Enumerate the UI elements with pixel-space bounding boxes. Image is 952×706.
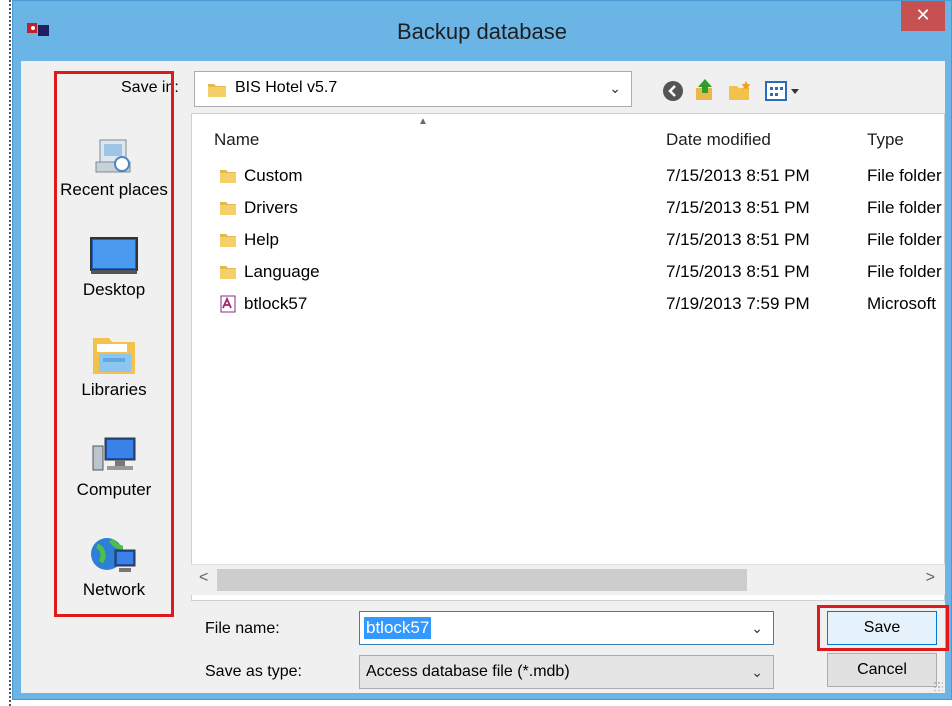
folder-icon: [220, 170, 236, 183]
file-name: Custom: [244, 166, 303, 185]
place-network[interactable]: Network: [57, 532, 171, 600]
file-name: Drivers: [244, 198, 298, 217]
up-folder-icon[interactable]: [694, 78, 716, 102]
place-label: Recent places: [60, 180, 168, 199]
place-label: Computer: [76, 480, 152, 499]
file-row[interactable]: btlock57 7/19/2013 7:59 PM Microsoft: [192, 288, 944, 320]
save-in-dropdown[interactable]: BIS Hotel v5.7 ⌄: [194, 71, 632, 107]
place-label: Network: [82, 580, 146, 599]
title-bar: Backup database ✕: [13, 1, 951, 61]
dotted-edge: [9, 0, 11, 706]
file-row[interactable]: Custom 7/15/2013 8:51 PM File folder: [192, 160, 944, 192]
column-header-name[interactable]: Name: [214, 130, 259, 150]
file-date: 7/15/2013 8:51 PM: [666, 262, 810, 281]
file-name-label: File name:: [205, 620, 280, 637]
file-date: 7/15/2013 8:51 PM: [666, 198, 810, 217]
save-type-select[interactable]: Access database file (*.mdb) ⌄: [359, 655, 774, 689]
desktop-icon: [90, 237, 138, 274]
horizontal-scrollbar[interactable]: < >: [191, 564, 945, 595]
place-label: Desktop: [82, 280, 146, 299]
save-in-value: BIS Hotel v5.7: [235, 79, 338, 96]
file-date: 7/15/2013 8:51 PM: [666, 166, 810, 185]
place-libraries[interactable]: Libraries: [57, 332, 171, 400]
file-type: File folder: [867, 230, 942, 249]
file-type: File folder: [867, 198, 942, 217]
file-name-input[interactable]: btlock57 ⌄: [359, 611, 774, 645]
chevron-down-icon: ⌄: [751, 664, 763, 680]
place-desktop[interactable]: Desktop: [57, 234, 171, 300]
new-folder-icon[interactable]: [728, 80, 752, 102]
place-label: Libraries: [81, 380, 147, 399]
back-icon[interactable]: [662, 80, 684, 102]
folder-icon: [220, 266, 236, 279]
window-title: Backup database: [396, 19, 568, 44]
folder-icon: [220, 234, 236, 247]
view-menu-icon[interactable]: [765, 81, 801, 101]
file-list[interactable]: ▲ Name Date modified Type Custom 7/15/20…: [191, 113, 945, 601]
highlight-box: [817, 605, 949, 651]
save-type-value: Access database file (*.mdb): [366, 663, 570, 680]
close-button[interactable]: ✕: [901, 1, 945, 31]
scroll-right-icon[interactable]: >: [926, 569, 935, 587]
network-icon: [91, 538, 136, 572]
scrollbar-thumb[interactable]: [217, 569, 747, 591]
file-type: File folder: [867, 166, 942, 185]
resize-grip[interactable]: [933, 681, 943, 691]
chevron-down-icon: ⌄: [609, 80, 621, 96]
libraries-icon: [93, 338, 135, 374]
file-row[interactable]: Language 7/15/2013 8:51 PM File folder: [192, 256, 944, 288]
file-date: 7/19/2013 7:59 PM: [666, 294, 810, 313]
file-name: btlock57: [244, 294, 308, 313]
chevron-down-icon[interactable]: ⌄: [751, 620, 763, 637]
recent-places-icon: [95, 139, 131, 173]
column-header-date[interactable]: Date modified: [666, 130, 771, 150]
file-type: Microsoft: [867, 294, 936, 313]
folder-icon: [220, 202, 236, 215]
file-row[interactable]: Help 7/15/2013 8:51 PM File folder: [192, 224, 944, 256]
place-recent-places[interactable]: Recent places: [57, 134, 171, 200]
folder-icon: [208, 84, 226, 97]
file-name: Help: [244, 230, 279, 249]
place-computer[interactable]: Computer: [57, 432, 171, 500]
column-header-type[interactable]: Type: [867, 130, 904, 150]
file-type: File folder: [867, 262, 942, 281]
dialog-body: Save in: BIS Hotel v5.7 ⌄ Recent places …: [21, 61, 949, 693]
file-row[interactable]: Drivers 7/15/2013 8:51 PM File folder: [192, 192, 944, 224]
backup-dialog: Backup database ✕ Save in: BIS Hotel v5.…: [12, 0, 952, 700]
file-date: 7/15/2013 8:51 PM: [666, 230, 810, 249]
file-name: Language: [244, 262, 320, 281]
computer-icon: [92, 437, 136, 471]
access-file-icon: [220, 295, 236, 313]
sort-ascending-icon: ▲: [418, 116, 428, 127]
scroll-left-icon[interactable]: <: [199, 569, 208, 587]
file-name-value: btlock57: [364, 617, 432, 639]
cancel-button[interactable]: Cancel: [827, 653, 937, 687]
places-bar: Recent places Desktop Libraries Computer…: [54, 71, 174, 617]
save-type-label: Save as type:: [205, 663, 302, 680]
